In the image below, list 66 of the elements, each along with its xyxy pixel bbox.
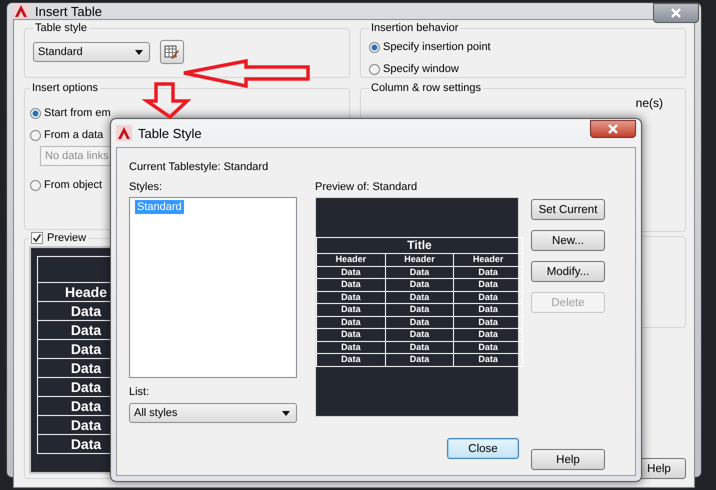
checkbox-label: Preview bbox=[47, 232, 86, 244]
table-data-cell: Data bbox=[316, 304, 386, 316]
styles-label: Styles: bbox=[129, 181, 164, 195]
table-brush-icon bbox=[164, 44, 180, 60]
table-data-cell: Data bbox=[454, 266, 522, 278]
radio-label: Specify window bbox=[383, 63, 459, 75]
table-data-cell: Data bbox=[316, 291, 386, 304]
radio-label: From a data bbox=[44, 129, 104, 141]
dialog-title: Table Style bbox=[138, 126, 202, 140]
table-data-cell: Data bbox=[316, 341, 386, 354]
radio-button[interactable] bbox=[369, 42, 380, 52]
table-header-cell: Header bbox=[385, 254, 454, 266]
radio-label: From object bbox=[44, 179, 102, 191]
table-data-cell: Data bbox=[454, 328, 522, 341]
table-data-cell: Data bbox=[316, 278, 386, 291]
table-style-button[interactable] bbox=[160, 40, 184, 64]
radio-button[interactable] bbox=[30, 130, 41, 140]
table-data-cell: Data bbox=[316, 316, 386, 328]
table-style-dropdown[interactable]: Standard bbox=[33, 42, 150, 62]
close-button[interactable] bbox=[590, 120, 636, 138]
table-data-cell: Data bbox=[385, 328, 454, 341]
down-arrow-annotation bbox=[141, 82, 192, 120]
table-data-cell: Data bbox=[385, 304, 454, 316]
table-data-cell: Data bbox=[316, 354, 386, 366]
radio-button[interactable] bbox=[369, 64, 380, 74]
checkbox[interactable] bbox=[31, 232, 43, 244]
current-style-label: Current Tablestyle: Standard bbox=[129, 161, 270, 175]
table-data-cell: Data bbox=[454, 354, 522, 366]
table-data-cell: Data bbox=[454, 291, 522, 304]
app-logo-icon bbox=[13, 3, 29, 19]
radio-label: Specify insertion point bbox=[383, 41, 491, 53]
close-button[interactable] bbox=[653, 3, 699, 23]
list-dropdown[interactable]: All styles bbox=[129, 403, 297, 423]
table-data-cell: Data bbox=[385, 316, 454, 328]
preview-label: Preview of: Standard bbox=[315, 181, 418, 195]
close-icon bbox=[608, 124, 618, 134]
table-data-cell: Data bbox=[385, 291, 454, 304]
group-label: Column & row settings bbox=[370, 82, 482, 94]
radio-button[interactable] bbox=[30, 180, 41, 190]
app-logo-icon bbox=[116, 125, 132, 141]
table-header-cell: Header bbox=[316, 254, 386, 266]
table-data-cell: Data bbox=[454, 316, 522, 328]
table-data-cell: Data bbox=[385, 354, 454, 366]
dialog-button[interactable]: Modify... bbox=[531, 261, 605, 282]
partial-label: ne(s) bbox=[636, 96, 663, 110]
dialog-button[interactable]: Set Current bbox=[531, 199, 605, 220]
help-button[interactable]: Help bbox=[531, 449, 605, 470]
table-data-cell: Data bbox=[385, 341, 454, 354]
group-label: Insertion behavior bbox=[370, 22, 460, 34]
radio-label: Start from em bbox=[44, 107, 111, 119]
dialog-button[interactable]: New... bbox=[531, 230, 605, 251]
radio-button[interactable] bbox=[30, 108, 41, 118]
window-title: Insert Table bbox=[35, 4, 102, 18]
group-label: Table style bbox=[34, 22, 88, 34]
table-header-cell: Header bbox=[454, 254, 522, 266]
close-icon bbox=[671, 8, 681, 18]
table-data-cell: Data bbox=[454, 341, 522, 354]
table-data-cell: Data bbox=[385, 278, 454, 291]
table-title-cell: Title bbox=[316, 238, 522, 254]
table-data-cell: Data bbox=[454, 304, 522, 316]
table-data-cell: Data bbox=[316, 266, 386, 278]
table-data-cell: Data bbox=[385, 266, 454, 278]
table-data-cell: Data bbox=[454, 278, 522, 291]
table-data-cell: Data bbox=[316, 328, 386, 341]
close-dialog-button[interactable]: Close bbox=[447, 438, 519, 459]
group-label: Insert options bbox=[31, 82, 100, 94]
